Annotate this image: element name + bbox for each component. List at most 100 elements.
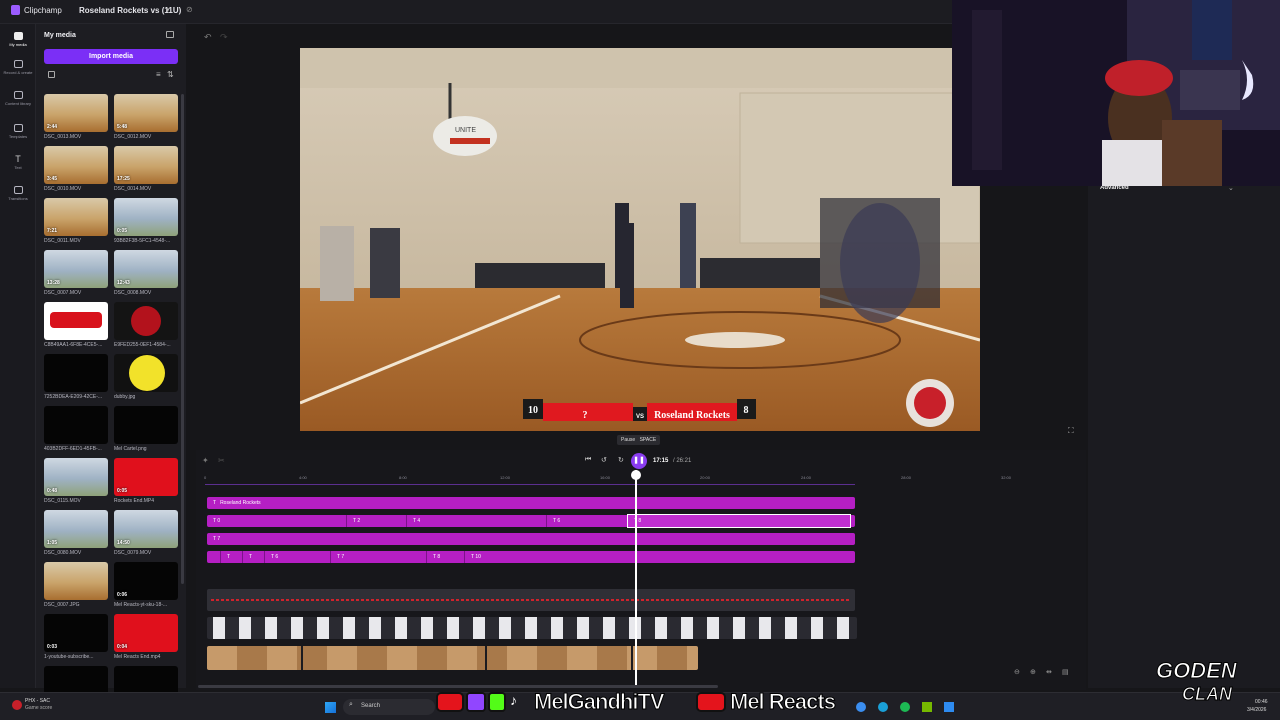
text-clip[interactable] (207, 551, 221, 563)
pause-button[interactable]: ❚❚ (631, 453, 647, 469)
media-thumbnail[interactable]: 0:05 (114, 198, 178, 236)
transitions-icon (13, 186, 23, 194)
media-thumbnail[interactable]: 0:03 (44, 614, 108, 652)
media-thumbnail[interactable]: 0:04 (114, 614, 178, 652)
media-filename: C8B49AA1-6F8E-4CE5-... (44, 342, 103, 348)
rail-record-create[interactable]: Record & create (0, 60, 36, 75)
layout-icon[interactable]: ▤ (1062, 668, 1069, 676)
widget-line2[interactable]: Game score (25, 705, 52, 711)
text-clip[interactable]: T (221, 551, 243, 563)
redo-icon[interactable]: ↷ (220, 32, 228, 43)
text-clip[interactable]: T 4 (407, 515, 547, 527)
select-all-checkbox[interactable] (48, 71, 55, 78)
media-thumbnail[interactable]: 7:21 (44, 198, 108, 236)
zoom-in-icon[interactable]: ⊕ (1030, 668, 1036, 676)
media-thumbnail[interactable]: 14:50 (114, 510, 178, 548)
watermark-top: GODEN (1156, 658, 1238, 684)
widget-line1[interactable]: PHX - SAC (25, 698, 50, 704)
taskbar-search-box[interactable]: ⌕ Search (343, 699, 435, 715)
media-thumbnail[interactable] (44, 562, 108, 600)
media-filename: Rockets End.MP4 (114, 498, 155, 504)
media-thumbnail[interactable] (44, 354, 108, 392)
rail-templates[interactable]: Templates (0, 124, 36, 139)
cloud-off-icon[interactable]: ⊘ (186, 5, 193, 14)
media-thumbnail[interactable]: 0:06 (114, 562, 178, 600)
media-thumbnail[interactable]: 1:05 (44, 510, 108, 548)
clip-label: 0 (217, 518, 221, 524)
media-thumbnail[interactable] (114, 406, 178, 444)
media-filename: dubby.jpg (114, 394, 136, 400)
text-clip[interactable]: T 10 (465, 551, 855, 563)
forward-icon[interactable]: ↻ (618, 456, 624, 464)
rewind-icon[interactable]: ↺ (601, 456, 607, 464)
media-filename: DSC_0013.MOV (44, 134, 82, 140)
text-icon: T (15, 154, 21, 164)
text-track-scores-3[interactable]: T T T 6 T 7 T 8 T 10 (207, 551, 855, 563)
playhead-handle[interactable] (631, 470, 641, 480)
media-filename: DSC_0010.MOV (44, 186, 82, 192)
text-clip[interactable]: T 6 (265, 551, 331, 563)
text-clip[interactable]: T 2 (347, 515, 407, 527)
rail-text[interactable]: T Text (0, 154, 36, 171)
media-thumbnail[interactable] (44, 302, 108, 340)
rail-content-library[interactable]: Content library (0, 91, 36, 106)
media-scrollbar[interactable] (181, 94, 184, 584)
youtube-icon (696, 692, 726, 712)
video-preview[interactable]: UNITE (300, 48, 980, 431)
chevron-down-icon[interactable]: ▾ (166, 6, 170, 14)
media-thumbnail[interactable] (114, 354, 178, 392)
text-clip-title[interactable]: T Roseland Rockets (207, 497, 855, 509)
text-clip[interactable]: T 8 (427, 551, 465, 563)
media-thumbnail[interactable]: 13:28 (44, 250, 108, 288)
text-clip[interactable]: T (243, 551, 265, 563)
text-track-scores-1[interactable]: T 0 T 2 T 4 T 6 T 8 (207, 514, 855, 528)
logo-overlay-clip[interactable] (207, 617, 857, 639)
text-clip[interactable]: T 7 (331, 551, 427, 563)
pause-tooltip-label: Pause (621, 437, 636, 443)
sort-icon[interactable]: ⇅ (167, 70, 174, 79)
media-thumbnail[interactable]: 5:48 (114, 94, 178, 132)
import-media-button[interactable]: Import media (44, 49, 178, 64)
media-thumbnail[interactable] (44, 406, 108, 444)
collapse-panel-icon[interactable] (166, 31, 174, 38)
fit-icon[interactable]: ⇹ (1046, 668, 1052, 676)
undo-icon[interactable]: ↶ (204, 32, 212, 43)
fullscreen-icon[interactable]: ⛶ (1068, 426, 1074, 436)
magic-wand-icon[interactable]: ✦ (202, 456, 209, 465)
media-thumbnail[interactable]: 17:25 (114, 146, 178, 184)
video-clip[interactable] (207, 646, 698, 670)
nvidia-icon[interactable] (922, 702, 932, 712)
skip-back-icon[interactable]: ⏮ (585, 456, 591, 464)
media-thumbnail[interactable]: 3:45 (44, 146, 108, 184)
media-thumbnail[interactable]: 0:05 (114, 458, 178, 496)
ruler-tick: 0 (204, 475, 207, 480)
media-thumbnail[interactable]: 0:48 (44, 458, 108, 496)
team-left: ? (583, 410, 588, 421)
text-track-scores-2[interactable]: T 7 (207, 533, 855, 545)
media-filename: 403B2DFF-6ED1-45FB-... (44, 446, 102, 452)
rail-my-media[interactable]: My media (0, 32, 36, 47)
text-clip[interactable]: T 0 (207, 515, 347, 527)
text-clip-selected[interactable]: T 8 (627, 514, 851, 528)
text-clip[interactable]: T 7 (207, 533, 855, 545)
media-thumbnail[interactable]: 2:44 (44, 94, 108, 132)
media-thumbnail[interactable]: 12:43 (114, 250, 178, 288)
scoreboard-overlay: 10 ? VS Roseland Rockets 8 (523, 399, 756, 421)
split-icon[interactable]: ✂ (218, 456, 225, 465)
clip-label: 10 (475, 554, 481, 560)
audio-clip[interactable] (207, 589, 855, 611)
text-clip[interactable]: T 6 (547, 515, 628, 527)
filter-icon[interactable]: ≡ (156, 70, 161, 79)
thumbnail-duration: 2:44 (47, 124, 58, 130)
search-label: Search (361, 703, 381, 709)
edge-icon[interactable] (856, 702, 866, 712)
zoom-out-icon[interactable]: ⊖ (1014, 668, 1020, 676)
rail-transitions[interactable]: Transitions (0, 186, 36, 201)
app-icon[interactable] (944, 702, 954, 712)
watermark-bottom: CLAN (1182, 684, 1233, 705)
playhead[interactable] (635, 470, 637, 688)
media-thumbnail[interactable] (114, 302, 178, 340)
browser-icon[interactable] (878, 702, 888, 712)
windows-start-icon[interactable] (325, 702, 336, 713)
spotify-icon[interactable] (900, 702, 910, 712)
